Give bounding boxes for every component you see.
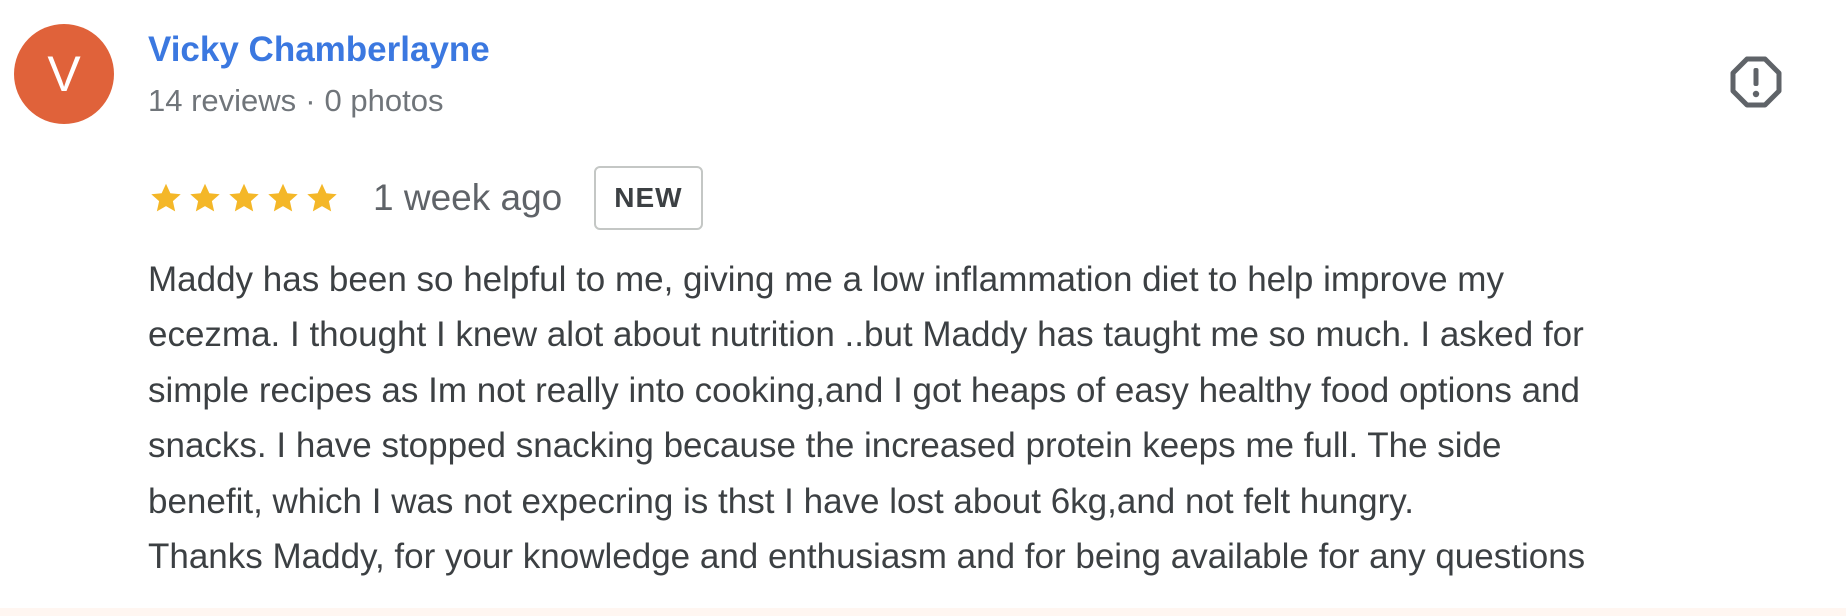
report-review-button[interactable] [1728, 54, 1784, 110]
review-text-line: Maddy has been so helpful to me, giving … [148, 260, 1504, 299]
bottom-divider [0, 608, 1846, 616]
review-text-line: ecezma. I thought I knew alot about nutr… [148, 315, 1584, 355]
photos-count: 0 photos [324, 83, 444, 118]
star-icon [268, 183, 298, 212]
review-text-line: snacks. I have stopped snacking because … [148, 426, 1502, 466]
review-text-line: benefit, which I was not expecring is th… [148, 481, 1414, 521]
review-text-line: simple recipes as Im not really into coo… [148, 370, 1580, 410]
rating-row: 1 week ago NEW [148, 166, 703, 230]
review-date: 1 week ago [373, 177, 563, 218]
star-icon [190, 183, 220, 212]
meta-separator: · [305, 83, 316, 118]
reviewer-avatar[interactable]: V [14, 24, 114, 124]
star-icon [151, 183, 181, 212]
star-rating [148, 180, 343, 216]
reviews-count: 14 reviews [148, 83, 297, 118]
star-icon [307, 183, 337, 212]
star-icon [229, 183, 259, 212]
report-flag-icon [1730, 56, 1782, 108]
reviewer-name-link[interactable]: Vicky Chamberlayne [148, 30, 490, 70]
new-badge: NEW [594, 166, 703, 230]
review-text: Maddy has been so helpful to me, giving … [148, 252, 1828, 584]
review-text-line: Thanks Maddy, for your knowledge and ent… [148, 537, 1586, 577]
reviewer-meta: 14 reviews · 0 photos [148, 83, 443, 119]
